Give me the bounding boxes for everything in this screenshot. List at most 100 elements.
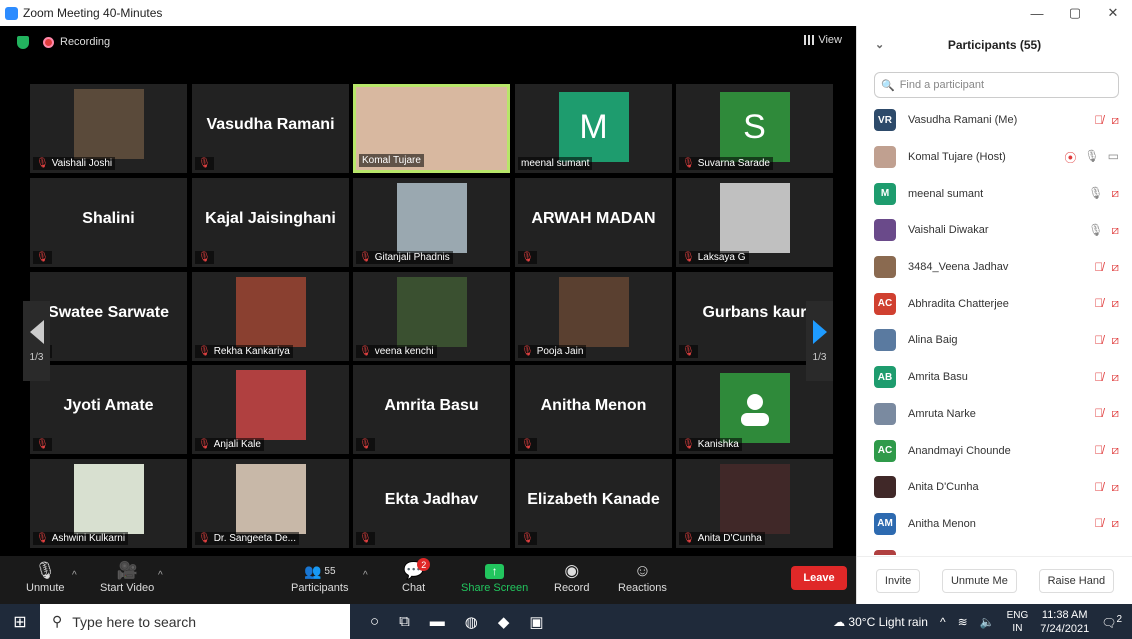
muted-mic-icon[interactable]: 🎙̸: [1094, 480, 1103, 495]
muted-mic-icon[interactable]: 🎙̸: [1094, 113, 1103, 128]
participant-row[interactable]: 3484_Veena Jadhav 🎙̸ ⧄: [857, 249, 1132, 286]
video-tile[interactable]: 🎙 Vaishali Joshi: [30, 84, 187, 173]
video-tile[interactable]: Swatee Sarwate🎙: [30, 272, 187, 361]
video-tile[interactable]: Jyoti Amate 🎙: [30, 365, 187, 454]
language-indicator[interactable]: ENG IN: [1007, 609, 1029, 635]
cortana-icon[interactable]: ○: [370, 613, 379, 631]
muted-mic-icon[interactable]: 🎙̸: [1094, 406, 1103, 421]
video-off-icon[interactable]: ⧄: [1111, 443, 1119, 458]
chevron-down-icon[interactable]: ⌄: [875, 38, 884, 51]
file-explorer-icon[interactable]: ▬: [430, 613, 445, 631]
chat-button[interactable]: 💬 2 Chat: [402, 558, 431, 594]
invite-button[interactable]: Invite: [875, 568, 921, 593]
clock[interactable]: 11:38 AM 7/24/2021: [1040, 608, 1089, 636]
muted-mic-icon[interactable]: 🎙̸: [1094, 333, 1103, 348]
record-button[interactable]: ◉ Record: [554, 560, 589, 594]
video-off-icon[interactable]: ⧄: [1111, 480, 1119, 495]
app-icon[interactable]: ◆: [498, 613, 510, 631]
close-button[interactable]: ✕: [1094, 0, 1132, 26]
participant-search-input[interactable]: 🔍 Find a participant: [874, 72, 1119, 98]
video-tile[interactable]: 🎙 Ashwini Kulkarni: [30, 459, 187, 548]
share-screen-button[interactable]: ↑ Share Screen: [461, 560, 528, 594]
raise-hand-button[interactable]: Raise Hand: [1038, 568, 1115, 593]
security-shield-icon[interactable]: [17, 35, 29, 49]
participant-row[interactable]: Komal Tujare (Host) ⦿ 🎙 ▭: [857, 139, 1132, 176]
video-off-icon[interactable]: ⧄: [1111, 186, 1119, 201]
muted-mic-icon[interactable]: 🎙̸: [1094, 260, 1103, 275]
muted-mic-icon[interactable]: 🎙̸: [1094, 443, 1103, 458]
video-off-icon[interactable]: ⧄: [1111, 333, 1119, 348]
participant-row[interactable]: Anita D'Cunha 🎙̸ ⧄: [857, 469, 1132, 506]
video-tile[interactable]: 🎙 Rekha Kankariya: [192, 272, 349, 361]
video-off-icon[interactable]: ⧄: [1111, 516, 1119, 531]
participant-row[interactable]: Alina Baig 🎙̸ ⧄: [857, 322, 1132, 359]
next-page-button[interactable]: 1/3: [806, 301, 833, 381]
video-tile[interactable]: Shalini 🎙: [30, 178, 187, 267]
video-tile[interactable]: 🎙 Dr. Sangeeta De...: [192, 459, 349, 548]
participant-row[interactable]: AC Abhradita Chatterjee 🎙̸ ⧄: [857, 285, 1132, 322]
video-tile[interactable]: Kajal Jaisinghani 🎙: [192, 178, 349, 267]
leave-button[interactable]: Leave: [791, 566, 847, 590]
video-off-icon[interactable]: ⧄: [1111, 370, 1119, 385]
participant-row[interactable]: VR Vasudha Ramani (Me) 🎙̸ ⧄: [857, 102, 1132, 139]
muted-mic-icon[interactable]: 🎙̸: [1094, 296, 1103, 311]
video-icon[interactable]: ▭: [1108, 149, 1119, 166]
volume-icon[interactable]: 🔈: [980, 615, 995, 629]
video-tile[interactable]: S 🎙 Suvarna Sarade: [676, 84, 833, 173]
video-tile[interactable]: Ekta Jadhav 🎙: [353, 459, 510, 548]
reactions-button[interactable]: ☺ Reactions: [618, 560, 667, 594]
video-off-icon[interactable]: ⧄: [1111, 260, 1119, 275]
video-off-icon[interactable]: ⧄: [1111, 113, 1119, 128]
participant-row[interactable]: Vaishali Diwakar 🎙 ⧄: [857, 212, 1132, 249]
participants-options-caret[interactable]: ^: [363, 570, 368, 581]
video-options-caret[interactable]: ^: [158, 570, 163, 581]
participant-row[interactable]: AM Anitha Menon 🎙̸ ⧄: [857, 506, 1132, 543]
view-button[interactable]: View: [804, 34, 842, 46]
wifi-icon[interactable]: ≋: [958, 615, 968, 629]
muted-mic-icon[interactable]: 🎙̸: [1094, 516, 1103, 531]
weather-widget[interactable]: ☁ 30°C Light rain: [833, 615, 928, 629]
video-tile[interactable]: Amrita Basu 🎙: [353, 365, 510, 454]
video-tile[interactable]: 🎙 Laksaya G: [676, 178, 833, 267]
participant-row[interactable]: AB Amrita Basu 🎙̸ ⧄: [857, 359, 1132, 396]
tray-chevron-icon[interactable]: ^: [940, 615, 946, 629]
zoom-taskbar-icon[interactable]: ▣: [529, 613, 543, 631]
video-tile[interactable]: Komal Tujare: [353, 84, 510, 173]
task-view-icon[interactable]: ⧉: [399, 613, 410, 631]
video-tile[interactable]: Vasudha Ramani 🎙: [192, 84, 349, 173]
muted-mic-icon[interactable]: 🎙̸: [1094, 370, 1103, 385]
muted-mic-icon[interactable]: 🎙̸: [1094, 553, 1103, 555]
windows-start-icon[interactable]: ⊞: [0, 612, 40, 632]
video-off-icon[interactable]: ⧄: [1111, 223, 1119, 238]
participants-button[interactable]: 👥 55 Participants: [291, 560, 348, 595]
notification-icon[interactable]: 🗨2: [1101, 614, 1122, 630]
video-tile[interactable]: Elizabeth Kanade 🎙: [515, 459, 672, 548]
maximize-button[interactable]: ▢: [1056, 0, 1094, 26]
mic-icon[interactable]: 🎙: [1088, 186, 1103, 201]
participant-row[interactable]: AC Anandmayi Chounde 🎙̸ ⧄: [857, 432, 1132, 469]
video-tile[interactable]: 🎙 Gitanjali Phadnis: [353, 178, 510, 267]
unmute-button[interactable]: 🎙 Unmute: [26, 560, 65, 594]
taskbar-search-input[interactable]: ⚲ Type here to search: [40, 604, 350, 639]
video-tile[interactable]: Anitha Menon 🎙: [515, 365, 672, 454]
video-tile[interactable]: Mmeenal sumant: [515, 84, 672, 173]
video-tile[interactable]: 🎙 veena kenchi: [353, 272, 510, 361]
chrome-icon[interactable]: ◍: [465, 613, 478, 631]
video-off-icon[interactable]: ⧄: [1111, 406, 1119, 421]
minimize-button[interactable]: —: [1018, 0, 1056, 26]
mic-icon[interactable]: 🎙: [1084, 149, 1099, 166]
video-tile[interactable]: ARWAH MADAN 🎙: [515, 178, 672, 267]
participant-row[interactable]: Anjali Kale🎙̸⧄: [857, 542, 1132, 555]
participant-row[interactable]: Amruta Narke 🎙̸ ⧄: [857, 396, 1132, 433]
video-tile[interactable]: 🎙 Anjali Kale: [192, 365, 349, 454]
video-off-icon[interactable]: ⧄: [1111, 296, 1119, 311]
start-video-button[interactable]: 🎥 Start Video: [100, 560, 154, 594]
prev-page-button[interactable]: 1/3: [23, 301, 50, 381]
participant-row[interactable]: Mmeenal sumant 🎙 ⧄: [857, 175, 1132, 212]
unmute-me-button[interactable]: Unmute Me: [941, 568, 1017, 593]
video-tile[interactable]: 🎙 Pooja Jain: [515, 272, 672, 361]
video-tile[interactable]: 🎙 Anita D'Cunha: [676, 459, 833, 548]
video-off-icon[interactable]: ⧄: [1111, 553, 1119, 555]
mic-icon[interactable]: 🎙: [1088, 223, 1103, 238]
audio-options-caret[interactable]: ^: [72, 570, 77, 581]
